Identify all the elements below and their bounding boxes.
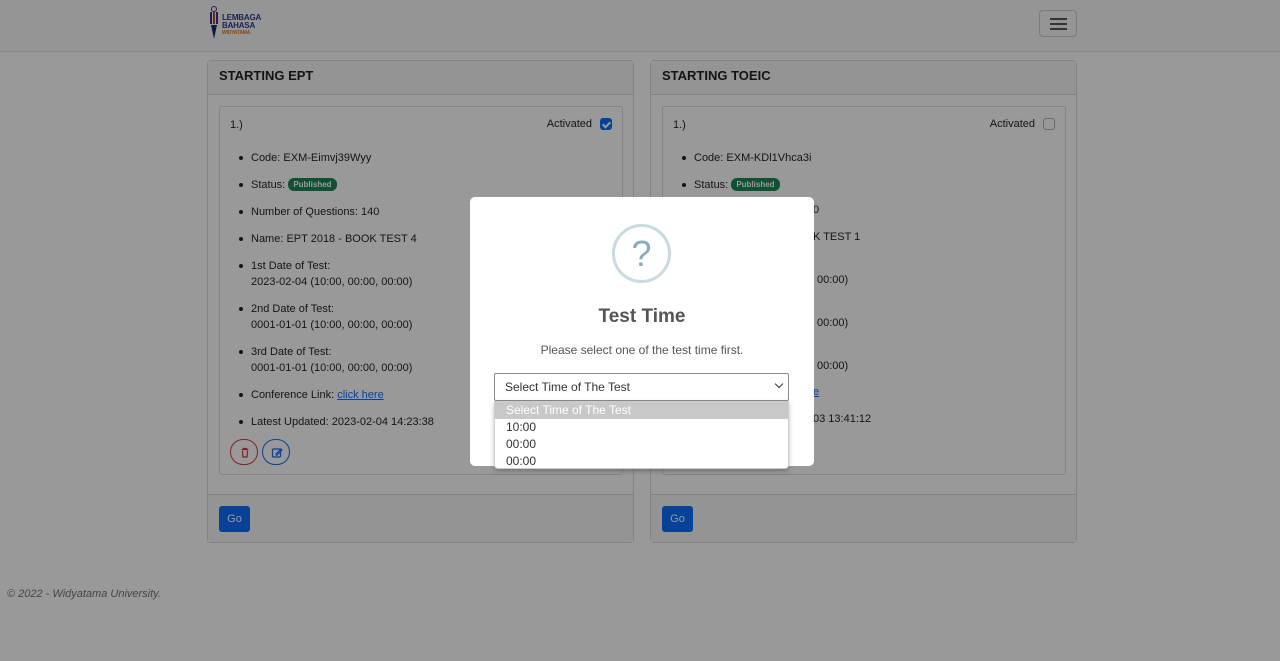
modal-title: Test Time (598, 306, 686, 327)
option-time[interactable]: 00:00 (495, 436, 788, 453)
modal-text: Please select one of the test time first… (540, 343, 744, 357)
select-value: Select Time of The Test (505, 380, 630, 394)
question-icon: ? (612, 224, 671, 283)
option-placeholder[interactable]: Select Time of The Test (495, 402, 788, 419)
chevron-down-icon (774, 379, 784, 389)
option-time[interactable]: 10:00 (495, 419, 788, 436)
test-time-options: Select Time of The Test 10:00 00:00 00:0… (494, 401, 789, 469)
option-time[interactable]: 00:00 (495, 453, 788, 468)
test-time-select[interactable]: Select Time of The Test (494, 373, 789, 401)
